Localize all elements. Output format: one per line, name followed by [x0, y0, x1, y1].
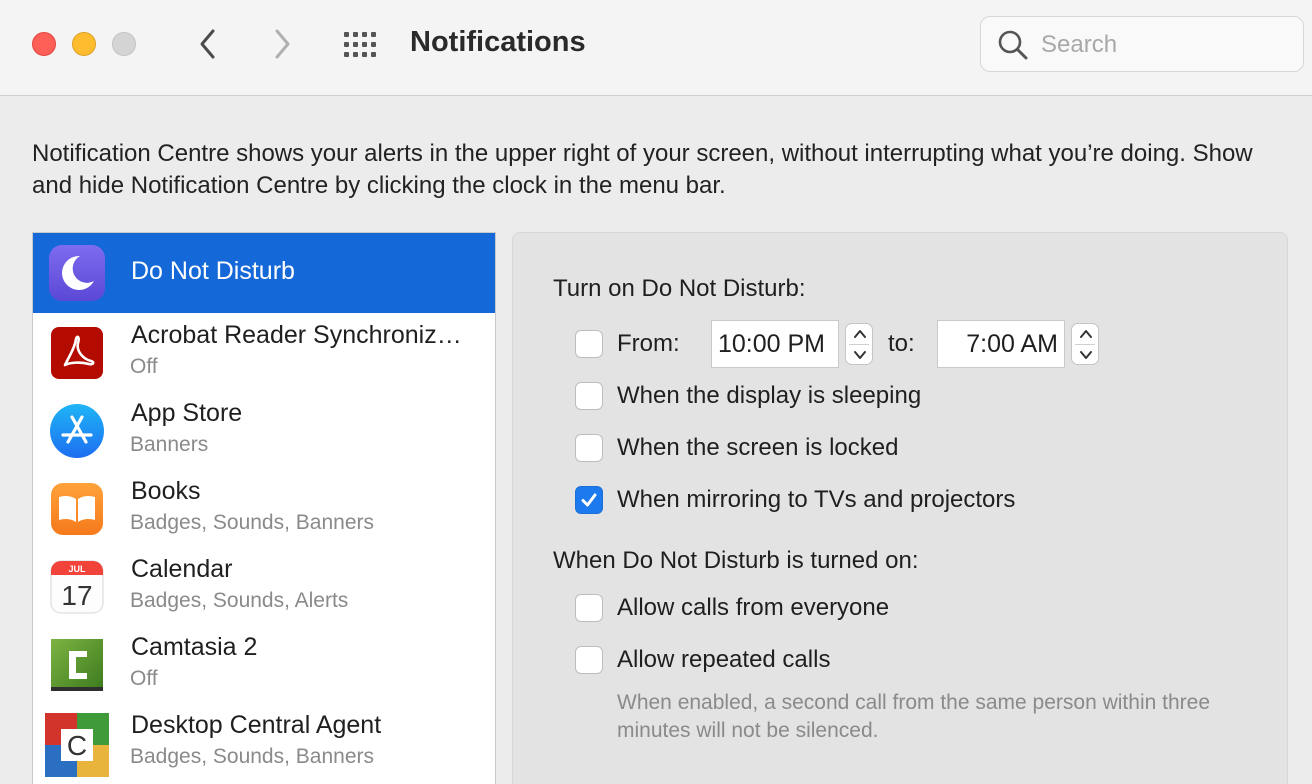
app-notification-style: Off — [130, 667, 158, 690]
app-store-icon — [49, 403, 105, 459]
list-item-do-not-disturb[interactable]: Do Not Disturb — [33, 233, 495, 313]
display-sleeping-checkbox[interactable] — [575, 382, 603, 410]
schedule-row: From: — [575, 328, 680, 360]
camtasia-icon — [49, 637, 105, 693]
from-label: From: — [617, 330, 680, 357]
when-on-heading: When Do Not Disturb is turned on: — [553, 547, 919, 574]
minimize-button[interactable] — [72, 32, 96, 56]
chevron-down-icon — [1080, 351, 1092, 359]
repeated-calls-label: Allow repeated calls — [617, 646, 831, 673]
checkmark-icon — [581, 493, 597, 507]
display-sleeping-label: When the display is sleeping — [617, 382, 922, 409]
desktop-central-letter: C — [67, 730, 87, 761]
from-time-field[interactable]: 10:00 PM — [711, 320, 839, 368]
screen-locked-checkbox[interactable] — [575, 434, 603, 462]
repeated-calls-checkbox[interactable] — [575, 646, 603, 674]
app-name: App Store — [131, 399, 243, 427]
app-name: Do Not Disturb — [131, 257, 295, 285]
calendar-icon: JUL 17 — [49, 559, 105, 615]
search-field[interactable] — [980, 16, 1304, 72]
mirroring-label: When mirroring to TVs and projectors — [617, 486, 1016, 513]
screen-locked-label: When the screen is locked — [617, 434, 899, 461]
app-name: Books — [131, 477, 201, 505]
app-list: Do Not Disturb Acrobat Reader Synchroniz… — [32, 232, 496, 784]
forward-button[interactable] — [262, 24, 302, 64]
list-item-books[interactable]: Books Badges, Sounds, Banners — [33, 469, 495, 547]
moon-icon — [49, 245, 105, 301]
list-item-app-store[interactable]: App Store Banners — [33, 391, 495, 469]
description-text: Notification Centre shows your alerts in… — [32, 140, 1253, 199]
window-title: Notifications — [410, 26, 586, 58]
app-notification-style: Off — [130, 355, 158, 378]
books-icon — [49, 481, 105, 537]
list-item-calendar[interactable]: JUL 17 Calendar Badges, Sounds, Alerts — [33, 547, 495, 625]
chevron-left-icon — [200, 29, 215, 59]
allow-calls-label: Allow calls from everyone — [617, 594, 890, 621]
chevron-up-icon — [1080, 330, 1092, 338]
chevron-up-icon — [854, 330, 866, 338]
to-time-value: 7:00 AM — [966, 329, 1058, 358]
app-name: Calendar — [131, 555, 233, 583]
display-sleeping-row[interactable]: When the display is sleeping — [575, 380, 921, 412]
to-label: to: — [888, 330, 915, 357]
zoom-button[interactable] — [112, 32, 136, 56]
close-button[interactable] — [32, 32, 56, 56]
search-icon — [998, 30, 1028, 60]
acrobat-icon — [49, 325, 105, 381]
search-input[interactable] — [1041, 27, 1291, 63]
app-name: Camtasia 2 — [131, 633, 258, 661]
list-item-acrobat[interactable]: Acrobat Reader Synchroniz… Off — [33, 313, 495, 391]
calendar-day: 17 — [61, 580, 92, 611]
mirroring-row[interactable]: When mirroring to TVs and projectors — [575, 484, 1015, 516]
app-notification-style: Banners — [130, 433, 209, 456]
desktop-central-icon: C — [45, 713, 109, 777]
to-time-field[interactable]: 7:00 AM — [937, 320, 1065, 368]
turn-on-heading: Turn on Do Not Disturb: — [553, 275, 806, 302]
list-item-camtasia[interactable]: Camtasia 2 Off — [33, 625, 495, 703]
app-notification-style: Badges, Sounds, Banners — [130, 511, 375, 534]
grid-icon — [344, 32, 376, 57]
allow-calls-checkbox[interactable] — [575, 594, 603, 622]
from-time-stepper[interactable] — [845, 323, 873, 365]
to-time-stepper[interactable] — [1071, 323, 1099, 365]
chevron-down-icon — [854, 351, 866, 359]
do-not-disturb-panel: Turn on Do Not Disturb: From: 10:00 PM t… — [512, 232, 1288, 784]
repeated-calls-row[interactable]: Allow repeated calls — [575, 644, 830, 676]
repeated-calls-note: When enabled, a second call from the sam… — [617, 691, 1210, 742]
back-button[interactable] — [188, 24, 228, 64]
app-notification-style: Badges, Sounds, Banners — [130, 745, 375, 768]
show-all-button[interactable] — [342, 30, 382, 60]
calendar-month: JUL — [68, 564, 86, 574]
list-item-desktop-central[interactable]: C Desktop Central Agent Badges, Sounds, … — [33, 703, 495, 781]
app-name: Desktop Central Agent — [131, 711, 382, 739]
mirroring-checkbox[interactable] — [575, 486, 603, 514]
title-bar: Notifications — [0, 0, 1312, 96]
app-name: Acrobat Reader Synchroniz… — [131, 321, 462, 349]
allow-calls-row[interactable]: Allow calls from everyone — [575, 592, 889, 624]
chevron-right-icon — [275, 29, 290, 59]
from-time-value: 10:00 PM — [718, 329, 826, 358]
app-notification-style: Badges, Sounds, Alerts — [130, 589, 349, 612]
from-checkbox[interactable] — [575, 330, 603, 358]
screen-locked-row[interactable]: When the screen is locked — [575, 432, 898, 464]
